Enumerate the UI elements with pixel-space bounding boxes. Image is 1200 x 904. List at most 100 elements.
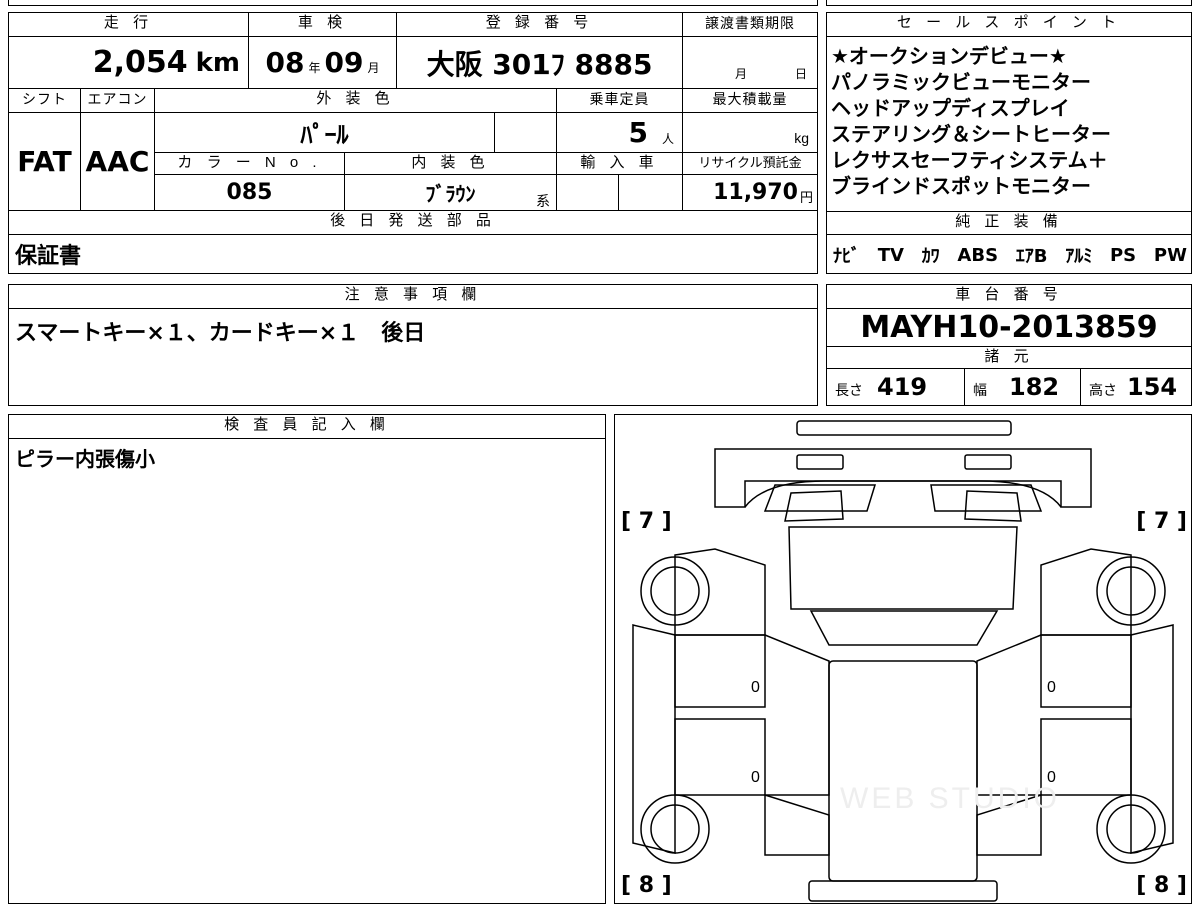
ac-header: エアコン [81,89,155,113]
vehicle-info-table: 走 行 車 検 登 録 番 号 譲渡書類期限 2,054 km 08 年 09 … [8,12,818,274]
shift-value: FAT [17,145,72,178]
sales-point-5: レクサスセーフティシステム＋ [831,148,1108,172]
chassis-header: 車 台 番 号 [827,285,1191,309]
capacity-value: 5 [628,116,648,149]
sales-points-box: セ ー ル ス ポ イ ン ト ★オークションデビュー★ パノラミックビューモニ… [826,12,1192,274]
equip-alloy: ｱﾙﾐ [1065,246,1093,267]
spec-length-label: 長さ [835,382,863,398]
sales-point-4: ステアリング＆シートヒーター [831,122,1111,146]
color-no-header: カ ラ ー N o . [155,153,345,175]
diagram-corner-bottom-right: [ 8 ] [1136,873,1187,898]
spec-length-value: 419 [877,373,928,401]
recycle-header: リサイクル預託金 [683,153,817,175]
equip-abs: ABS [957,244,999,266]
sales-point-1: ★オークションデビュー★ [831,44,1067,68]
chassis-value: MAYH10-2013859 [860,310,1158,345]
recycle-value: 11,970 [713,180,798,205]
interior-cell: ﾌﾞﾗｳﾝ 系 [345,175,557,211]
capacity-unit: 人 [661,132,674,146]
door-mark-front-right: 0 [1047,679,1056,696]
equipment-header: 純 正 装 備 [827,211,1191,235]
exterior-blank-cell [495,113,557,153]
later-cell: 保証書 [9,235,817,273]
chassis-box: 車 台 番 号 MAYH10-2013859 諸 元 長さ 419 幅 182 … [826,284,1192,406]
recycle-unit: 円 [799,190,813,205]
notes-header: 注 意 事 項 欄 [9,285,817,309]
equipment-list: ﾅﾋﾞ TV ｶﾜ ABS ｴｱB ｱﾙﾐ PS PW [833,237,1187,273]
equip-leather: ｶﾜ [921,246,940,267]
registration-cell: 大阪 301ﾌ 8885 [397,37,683,89]
ac-value: AAC [85,145,150,178]
interior-header: 内 装 色 [345,153,557,175]
mileage-header: 走 行 [9,13,249,37]
maxload-header: 最大積載量 [683,89,817,113]
spec-length-cell: 長さ 419 [827,369,965,405]
shift-header: シフト [9,89,81,113]
inspector-value: ピラー内張傷小 [15,447,155,471]
capacity-cell: 5 人 [557,113,683,153]
shaken-year-unit: 年 [308,61,321,75]
equip-tv: TV [877,244,904,266]
equip-airbag: ｴｱB [1015,246,1048,267]
exterior-header: 外 装 色 [155,89,557,113]
door-mark-front-left: 0 [751,679,760,696]
ac-cell: AAC [81,113,155,211]
recycle-cell: 11,970 円 [683,175,817,211]
mileage-value: 2,054 [92,45,188,80]
diagram-corner-top-left: [ 7 ] [621,509,672,534]
diagram-corner-bottom-left: [ 8 ] [621,873,672,898]
equip-navi: ﾅﾋﾞ [833,246,860,267]
shaken-cell: 08 年 09 月 [249,37,397,89]
watermark: WEB STUDIO [840,782,1061,815]
spec-height-label: 高さ [1089,382,1117,398]
import-cell-a [557,175,619,211]
registration-header: 登 録 番 号 [397,13,683,37]
sales-point-3: ヘッドアップディスプレイ [831,96,1070,120]
top-cropped-strip-right [826,0,1192,6]
top-cropped-strip [8,0,818,6]
spec-width-value: 182 [1009,373,1060,401]
spec-height-value: 154 [1127,373,1178,401]
deadline-header: 譲渡書類期限 [683,13,817,37]
shaken-month-unit: 月 [367,61,380,75]
shaken-header: 車 検 [249,13,397,37]
inspector-box: 検 査 員 記 入 欄 ピラー内張傷小 [8,414,606,904]
later-value: 保証書 [15,244,82,269]
deadline-day-unit: 日 [795,67,808,81]
spec-height-cell: 高さ 154 [1081,369,1191,405]
shaken-month: 09 [324,46,364,79]
capacity-header: 乗車定員 [557,89,683,113]
specs-header: 諸 元 [827,347,1191,369]
deadline-month-unit: 月 [735,67,748,81]
deadline-cell: 月 日 [683,37,817,89]
spec-width-cell: 幅 182 [965,369,1081,405]
exterior-cell: ﾊﾟｰﾙ [155,113,495,153]
mileage-unit: km [195,47,240,78]
maxload-cell: kg [683,113,817,153]
shaken-year: 08 [265,46,305,79]
interior-suffix: 系 [536,193,550,209]
import-header: 輸 入 車 [557,153,683,175]
sales-header: セ ー ル ス ポ イ ン ト [827,13,1191,37]
later-header: 後 日 発 送 部 品 [9,211,817,235]
notes-value: スマートキー×１、カードキー×１ 後日 [15,321,426,346]
shift-cell: FAT [9,113,81,211]
diagram-corner-top-right: [ 7 ] [1136,509,1187,534]
registration-value: 大阪 301ﾌ 8885 [426,47,653,81]
equip-ps: PS [1109,244,1137,266]
sales-point-6: ブラインドスポットモニター [831,174,1091,198]
equip-pw: PW [1153,244,1187,266]
mileage-cell: 2,054 km [9,37,249,89]
spec-width-label: 幅 [973,382,987,398]
notes-box: 注 意 事 項 欄 スマートキー×１、カードキー×１ 後日 [8,284,818,406]
interior-value: ﾌﾞﾗｳﾝ [425,182,476,206]
color-no-cell: 085 [155,175,345,211]
sales-point-2: パノラミックビューモニター [831,70,1091,94]
color-no-value: 085 [226,180,273,205]
import-cell-b [619,175,683,211]
inspector-header: 検 査 員 記 入 欄 [9,415,605,439]
car-diagram [632,420,1174,902]
door-mark-rear-left: 0 [751,769,760,786]
exterior-value: ﾊﾟｰﾙ [300,121,349,149]
car-diagram-box: [ 7 ] [ 7 ] [ 8 ] [ 8 ] 0 0 0 0 [614,414,1192,904]
